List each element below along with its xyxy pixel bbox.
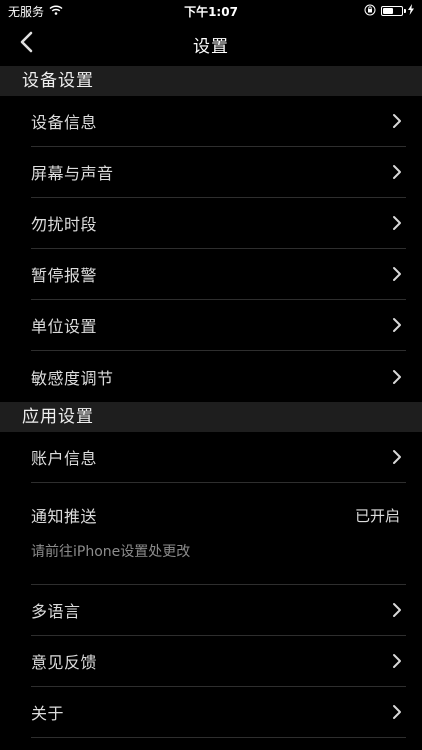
chevron-right-icon [392,602,402,618]
row-account-info[interactable]: 账户信息 [31,432,406,483]
row-language[interactable]: 多语言 [31,585,406,636]
row-unit-settings[interactable]: 单位设置 [31,300,406,351]
battery-icon [381,6,406,16]
row-label: 勿扰时段 [31,215,98,234]
chevron-right-icon [392,113,402,129]
chevron-right-icon [392,215,402,231]
status-left: 无服务 [8,3,63,20]
back-button[interactable] [10,28,42,60]
settings-list: 设备设置 设备信息 屏幕与声音 勿扰时段 暂停报警 单位设置 敏感度调节 应用设… [0,66,422,750]
chevron-right-icon [392,164,402,180]
settings-screen: 无服务 下午1:07 设置 设备设置 设备信息 屏幕与声音 勿扰时段 暂停报警 … [0,0,422,750]
row-label: 敏感度调节 [31,368,114,388]
chevron-right-icon [392,653,402,669]
chevron-left-icon [19,31,33,57]
row-label: 多语言 [31,602,81,621]
row-about[interactable]: 关于 [31,687,406,738]
nav-bar: 设置 [0,22,422,66]
chevron-right-icon [392,704,402,720]
wifi-icon [49,4,63,18]
chevron-right-icon [392,266,402,282]
section-header-app: 应用设置 [0,402,422,432]
row-label: 账户信息 [31,449,98,468]
carrier-label: 无服务 [8,4,45,19]
row-do-not-disturb[interactable]: 勿扰时段 [31,198,406,249]
row-label: 设备信息 [31,113,98,132]
section-header-device: 设备设置 [0,66,422,96]
row-pause-alarm[interactable]: 暂停报警 [31,249,406,300]
page-title: 设置 [193,36,229,57]
chevron-right-icon [392,449,402,465]
row-label: 关于 [31,704,65,723]
notification-status: 已开启 [354,506,400,525]
row-notification-push[interactable]: 通知推送 已开启 请前往iPhone设置处更改 [31,483,406,585]
chevron-right-icon [392,369,402,385]
notification-hint: 请前往iPhone设置处更改 [31,544,191,560]
row-screen-sound[interactable]: 屏幕与声音 [31,147,406,198]
chevron-right-icon [392,317,402,333]
battery-fill [383,8,393,14]
status-bar: 无服务 下午1:07 [0,0,422,22]
row-label: 意见反馈 [31,653,98,672]
orientation-lock-icon [364,4,376,19]
row-sensitivity[interactable]: 敏感度调节 [31,351,406,402]
status-right [364,4,414,19]
row-device-info[interactable]: 设备信息 [31,96,406,147]
row-feedback[interactable]: 意见反馈 [31,636,406,687]
row-label: 暂停报警 [31,266,98,285]
row-label: 通知推送 [31,507,98,526]
charging-bolt-icon [408,4,414,18]
notification-line: 通知推送 已开启 [31,503,406,527]
status-time: 下午1:07 [184,4,238,19]
row-label: 单位设置 [31,317,98,336]
row-label: 屏幕与声音 [31,164,114,183]
